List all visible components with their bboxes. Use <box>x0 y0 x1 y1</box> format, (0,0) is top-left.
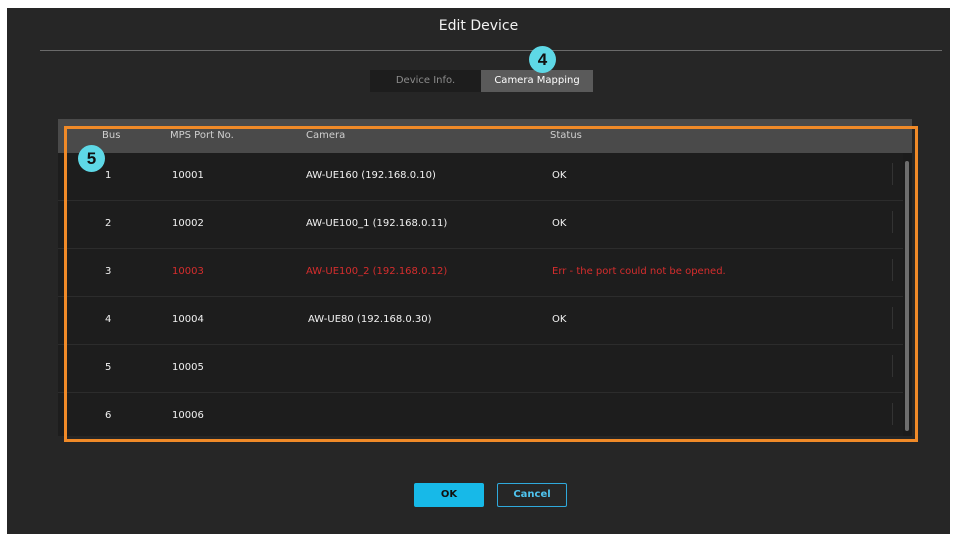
ok-button[interactable]: OK <box>414 483 484 507</box>
callout-badge-4: 4 <box>529 46 556 73</box>
callout-badge-5: 5 <box>78 145 105 172</box>
tab-device-info[interactable]: Device Info. <box>370 70 481 92</box>
table-highlight-frame <box>64 126 918 442</box>
tab-camera-mapping[interactable]: Camera Mapping <box>481 70 593 92</box>
cancel-button[interactable]: Cancel <box>497 483 567 507</box>
title-divider <box>40 50 942 51</box>
dialog-title: Edit Device <box>438 18 519 34</box>
